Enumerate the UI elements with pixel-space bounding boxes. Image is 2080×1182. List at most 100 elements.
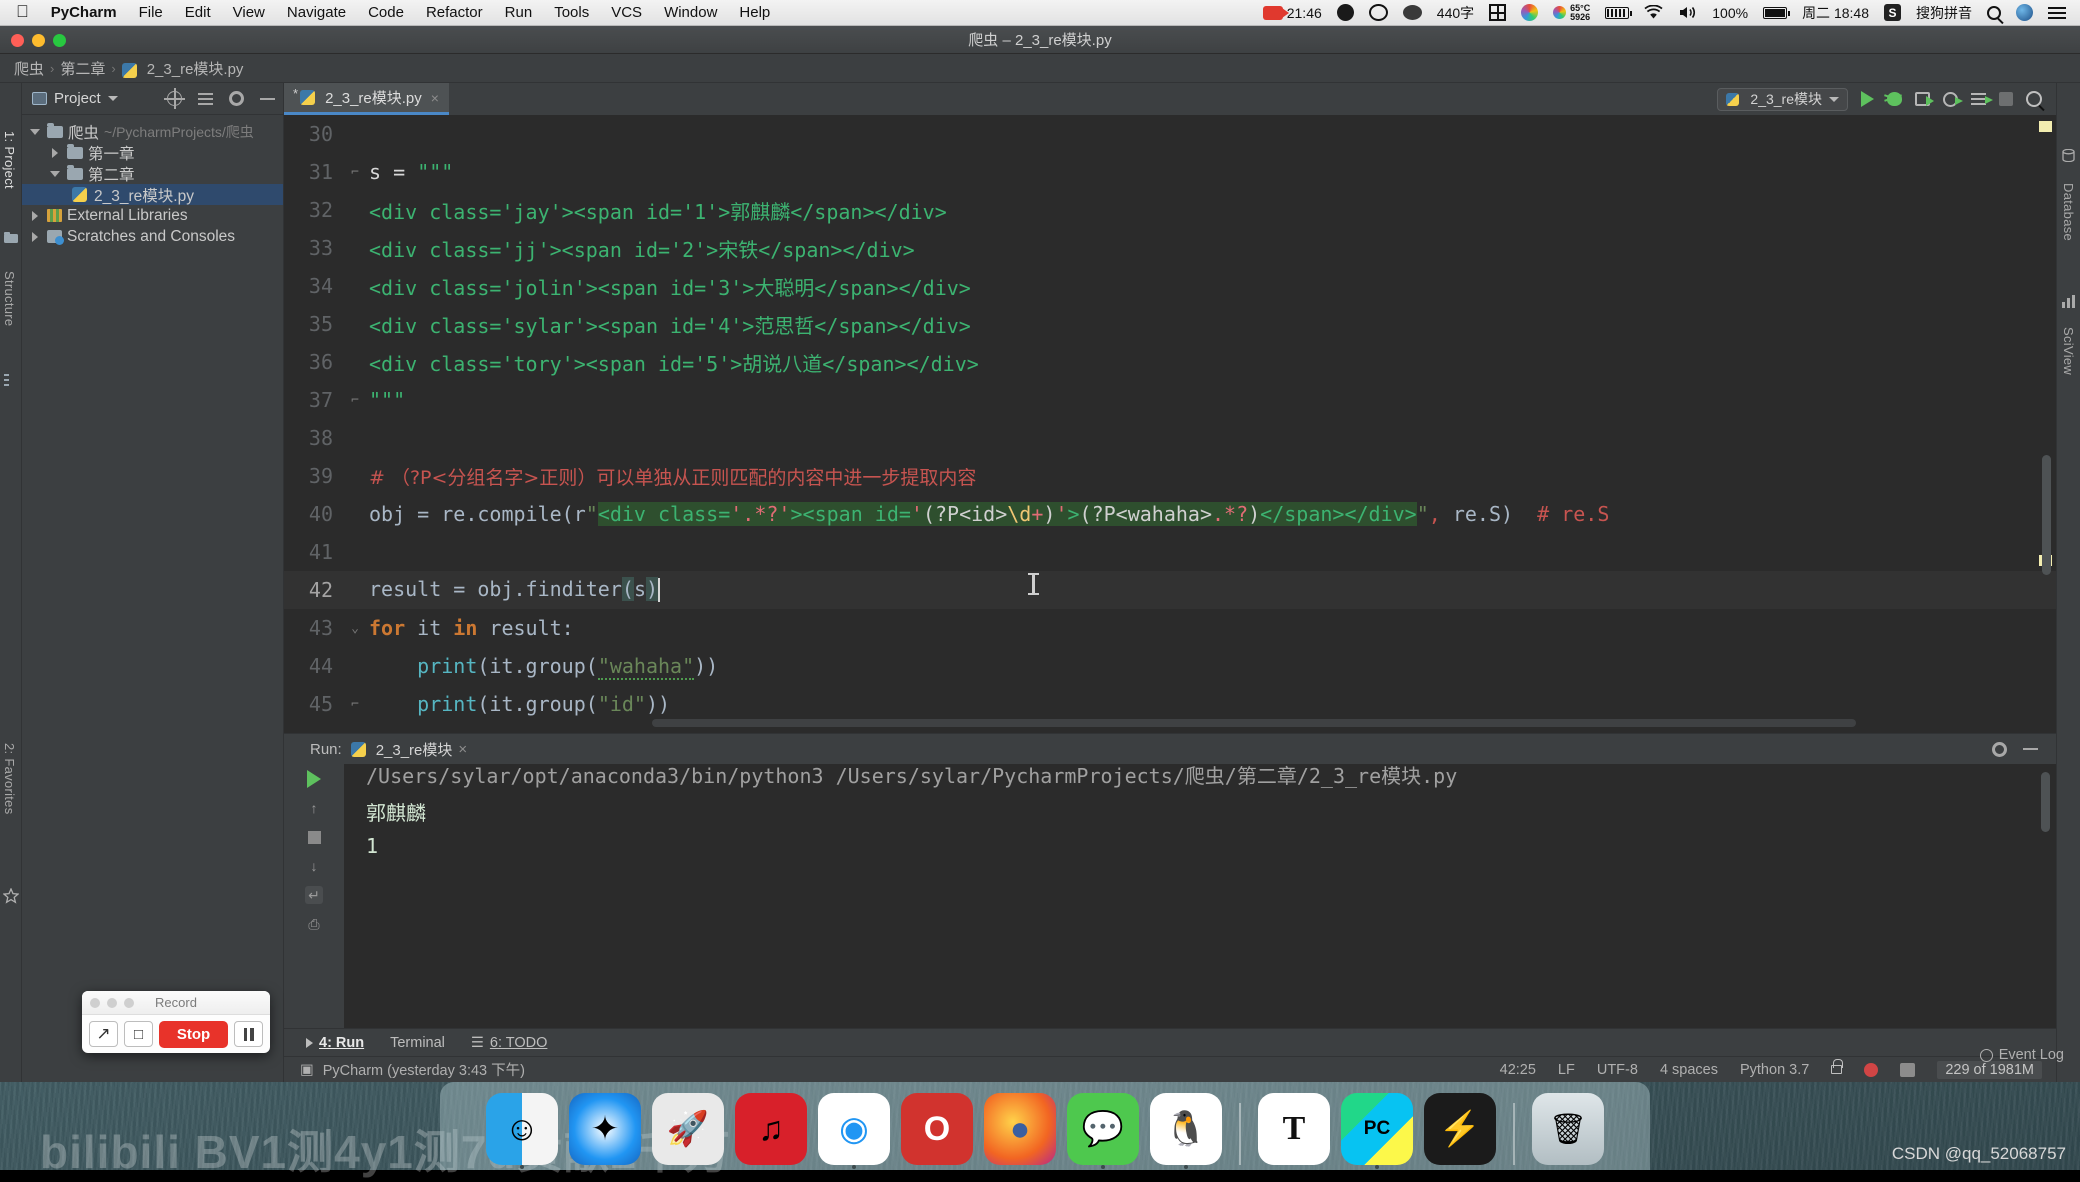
chevron-down-icon[interactable] [50,171,60,177]
memory-indicator[interactable]: 229 of 1981M [1937,1061,2042,1079]
fold-marker[interactable]: ⌄ [347,621,363,636]
breadcrumb-item-file[interactable]: 2_3_re模块.py [147,58,244,79]
pause-recording-button[interactable] [234,1021,263,1047]
sidebar-item-structure[interactable]: Structure [2,271,17,326]
tree-item-chapter1[interactable]: 第一章 [22,142,283,163]
volume-icon[interactable] [1678,5,1697,20]
sidebar-item-favorites[interactable]: 2: Favorites [2,743,17,815]
chevron-right-icon[interactable] [32,211,38,221]
up-arrow-icon[interactable]: ↑ [305,799,323,817]
apple-menu-icon[interactable]:  [16,3,29,20]
siri-icon[interactable] [2016,4,2033,21]
debug-button[interactable] [1887,92,1902,106]
close-window-button[interactable] [11,34,24,47]
menu-vcs[interactable]: VCS [611,4,642,21]
temperature-monitor[interactable]: 65°C 5926 [1553,4,1590,22]
profile-button[interactable] [1943,92,1958,107]
minimize-icon[interactable] [107,998,117,1008]
ime-name[interactable]: 搜狗拼音 [1916,3,1972,23]
word-count-status[interactable]: 440字 [1437,3,1474,23]
caret-position[interactable]: 42:25 [1500,1062,1536,1078]
hide-panel-icon[interactable] [2023,748,2038,750]
scroll-from-source-icon[interactable] [167,91,182,106]
creative-cloud-icon[interactable] [1369,4,1388,21]
run-with-coverage-button[interactable] [1915,92,1930,106]
menu-help[interactable]: Help [739,4,770,21]
fold-marker[interactable]: ⌐ [347,165,363,180]
menu-window[interactable]: Window [664,4,717,21]
battery-percent[interactable]: 100% [1712,5,1748,21]
tree-item-scratches[interactable]: Scratches and Consoles [22,226,283,247]
collapse-all-icon[interactable] [198,91,213,106]
menu-file[interactable]: File [139,4,163,21]
search-everywhere-icon[interactable] [2026,91,2042,107]
wifi-icon[interactable] [1644,5,1663,20]
close-icon[interactable]: × [431,90,439,106]
event-log-button[interactable]: Event Log [1980,1047,2064,1063]
fold-marker[interactable]: ⌐ [347,697,363,712]
dock-opera[interactable]: O [901,1093,973,1165]
inspection-clock-icon[interactable] [1864,1063,1878,1077]
menu-refactor[interactable]: Refactor [426,4,483,21]
dock-firefox[interactable]: ● [984,1093,1056,1165]
editor-vertical-scrollbar[interactable] [2042,455,2051,575]
chevron-right-icon[interactable] [32,232,38,242]
dock-qq[interactable]: 🐧 [1150,1093,1222,1165]
lock-icon[interactable] [1831,1065,1842,1074]
chevron-down-icon[interactable] [1829,97,1839,102]
close-icon[interactable]: × [458,741,467,758]
battery-charging-icon[interactable] [1763,7,1787,19]
ime-mode-icon[interactable] [1489,4,1506,21]
clock-date[interactable]: 周二 18:48 [1802,3,1869,23]
dock-netease-music[interactable]: ♫ [735,1093,807,1165]
run-with-console-button[interactable] [1971,93,1986,106]
sidebar-item-sciview[interactable]: SciView [2061,327,2076,375]
editor-horizontal-scrollbar[interactable] [652,719,1856,727]
dock-finder[interactable]: ☺ [486,1093,558,1165]
bottom-tab-terminal[interactable]: Terminal [390,1035,445,1051]
color-picker-icon[interactable] [1521,4,1538,21]
chevron-down-icon[interactable] [30,129,40,135]
maximize-icon[interactable] [124,998,134,1008]
menu-edit[interactable]: Edit [185,4,211,21]
bottom-tab-run[interactable]: 4: Run [306,1035,364,1051]
breadcrumb-item-folder[interactable]: 第二章 [60,58,105,79]
wechat-menu-icon[interactable] [1403,5,1422,20]
dock-typora[interactable]: T [1258,1093,1330,1165]
run-button[interactable] [1861,91,1874,107]
dock-trash[interactable]: 🗑 [1532,1093,1604,1165]
console-output[interactable]: /Users/sylar/opt/anaconda3/bin/python3 /… [344,764,2056,1028]
record-fullscreen-button[interactable]: ↗ [89,1021,118,1047]
chevron-right-icon[interactable] [52,148,58,158]
hide-panel-icon[interactable] [260,98,275,100]
stop-button[interactable] [1999,92,2013,106]
control-center-icon[interactable] [2048,4,2066,22]
notification-icon[interactable]: ▣ [300,1062,314,1078]
minimize-window-button[interactable] [32,34,45,47]
menu-app-name[interactable]: PyCharm [51,4,117,21]
menu-view[interactable]: View [233,4,265,21]
menu-run[interactable]: Run [505,4,533,21]
bottom-tab-todo[interactable]: ☰ 6: TODO [471,1035,547,1051]
close-icon[interactable] [90,998,100,1008]
dock-launchpad[interactable]: 🚀 [652,1093,724,1165]
fold-marker[interactable]: ⌐ [347,393,363,408]
breadcrumb-item-project[interactable]: 爬虫 [14,58,44,79]
rerun-button[interactable] [307,770,321,788]
gear-icon[interactable] [229,91,244,106]
hector-icon[interactable] [1900,1063,1915,1077]
file-encoding[interactable]: UTF-8 [1597,1062,1638,1078]
maximize-window-button[interactable] [53,34,66,47]
spotlight-search-icon[interactable] [1987,6,2001,20]
run-panel-tab[interactable]: 2_3_re模块 × [351,739,467,760]
tree-item-root[interactable]: 爬虫 ~/PycharmProjects/爬虫 [22,121,283,142]
indent-setting[interactable]: 4 spaces [1660,1062,1718,1078]
stop-process-button[interactable] [308,831,321,844]
tree-item-file[interactable]: 2_3_re模块.py [22,184,283,205]
tree-item-external-libraries[interactable]: External Libraries [22,205,283,226]
python-interpreter[interactable]: Python 3.7 [1740,1062,1809,1078]
down-arrow-icon[interactable]: ↓ [305,857,323,875]
menu-tools[interactable]: Tools [554,4,589,21]
print-icon[interactable]: ⎙ [305,915,323,933]
dock-bolt[interactable]: ⚡ [1424,1093,1496,1165]
